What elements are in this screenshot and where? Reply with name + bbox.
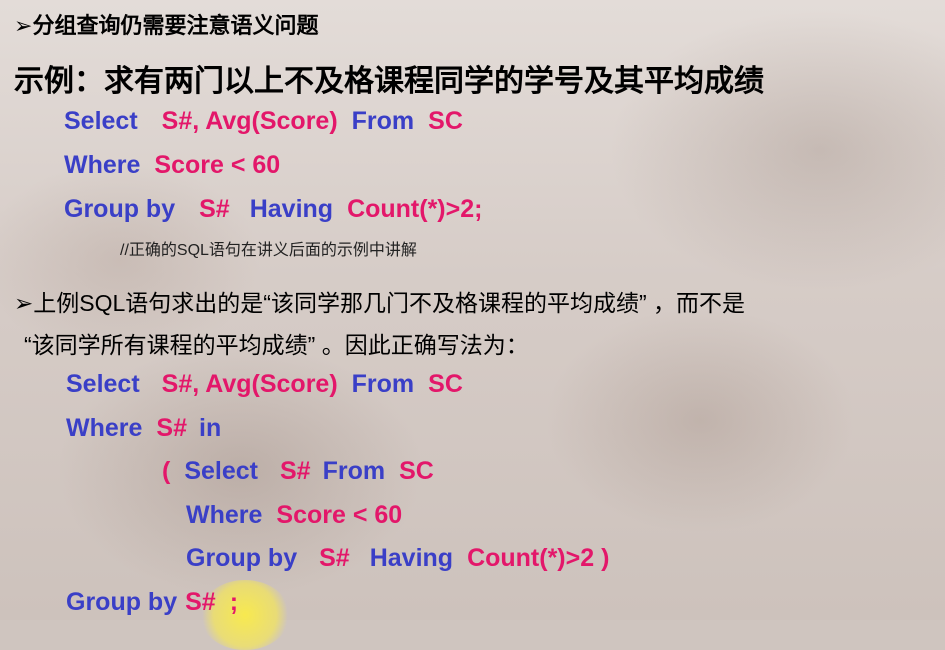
explanation-line1: ➢上例SQL语句求出的是“该同学那几门不及格课程的平均成绩” ，而不是 bbox=[14, 284, 745, 318]
sub-select-column: S# bbox=[280, 457, 311, 485]
table-name: SC bbox=[399, 457, 434, 485]
keyword-where: Where bbox=[186, 501, 263, 529]
keyword-group-by: Group by bbox=[186, 544, 298, 572]
keyword-select: Select bbox=[64, 107, 138, 135]
example-title: 示例：求有两门以上不及格课程同学的学号及其平均成绩 bbox=[14, 65, 764, 98]
open-paren: ( bbox=[162, 457, 171, 485]
query2-line1: Select S#, Avg(Score) From SC bbox=[66, 370, 463, 399]
bullet-marker: ➢ bbox=[14, 13, 33, 38]
keyword-having: Having bbox=[249, 195, 334, 223]
keyword-select: Select bbox=[184, 457, 258, 485]
query2-line3: ( Select S# From SC bbox=[162, 457, 434, 486]
keyword-where: Where bbox=[66, 414, 143, 442]
statement-terminator: ; bbox=[229, 588, 239, 616]
keyword-having: Having bbox=[369, 544, 454, 572]
bullet-text: 分组查询仍需要注意语义问题 bbox=[32, 13, 319, 38]
where-condition: Score < 60 bbox=[276, 501, 403, 529]
query2-line6: Group by S#; bbox=[66, 588, 238, 617]
keyword-select: Select bbox=[66, 370, 140, 398]
group-column: S# bbox=[185, 588, 216, 616]
query2-line5: Group by S# Having Count(*)>2 ) bbox=[186, 544, 609, 573]
table-name: SC bbox=[428, 107, 463, 135]
group-column: S# bbox=[319, 544, 350, 572]
keyword-where: Where bbox=[64, 151, 141, 179]
where-column: S# bbox=[156, 414, 187, 442]
keyword-in: in bbox=[199, 414, 222, 442]
having-condition: Count(*)>2; bbox=[347, 195, 483, 223]
query1-line2: Where Score < 60 bbox=[64, 151, 280, 180]
bullet-semantic-issue: ➢分组查询仍需要注意语义问题 bbox=[14, 8, 318, 40]
code-comment: //正确的SQL语句在讲义后面的示例中讲解 bbox=[120, 242, 417, 259]
table-name: SC bbox=[428, 370, 463, 398]
keyword-group-by: Group by bbox=[64, 195, 176, 223]
keyword-from: From bbox=[322, 457, 386, 485]
bullet-marker: ➢ bbox=[14, 290, 34, 316]
keyword-from: From bbox=[351, 370, 415, 398]
explanation-line2: “该同学所有课程的平均成绩” 。因此正确写法为： bbox=[24, 332, 529, 358]
query1-line1: Select S#, Avg(Score) From SC bbox=[64, 107, 463, 136]
having-condition: Count(*)>2 ) bbox=[467, 544, 610, 572]
group-column: S# bbox=[199, 195, 230, 223]
query1-line3: Group by S# Having Count(*)>2; bbox=[64, 195, 482, 224]
keyword-group-by: Group by bbox=[66, 588, 178, 616]
explanation-text1: 上例SQL语句求出的是“该同学那几门不及格课程的平均成绩” ，而不是 bbox=[33, 290, 746, 316]
where-condition: Score < 60 bbox=[154, 151, 281, 179]
select-columns: S#, Avg(Score) bbox=[161, 107, 338, 135]
query2-line4: Where Score < 60 bbox=[186, 501, 402, 530]
query2-line2: Where S# in bbox=[66, 414, 221, 443]
keyword-from: From bbox=[351, 107, 415, 135]
select-columns: S#, Avg(Score) bbox=[161, 370, 338, 398]
